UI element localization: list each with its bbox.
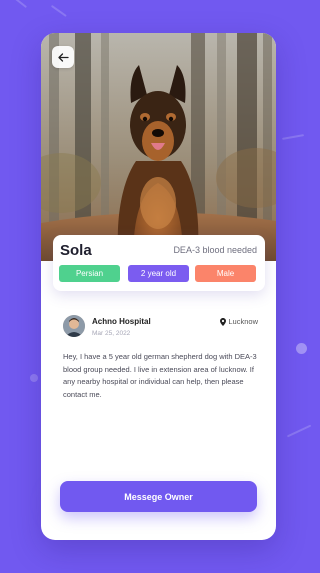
dog-photo <box>41 33 276 261</box>
background-decoration <box>15 0 27 8</box>
tag-gender: Male <box>195 265 256 282</box>
tag-breed: Persian <box>59 265 120 282</box>
location: Lucknow <box>220 317 258 326</box>
tag-age: 2 year old <box>128 265 189 282</box>
background-decoration <box>30 374 38 382</box>
pet-detail-card: Sola DEA-3 blood needed Persian 2 year o… <box>41 33 276 540</box>
post-date: Mar 25, 2022 <box>92 330 131 337</box>
arrow-left-icon <box>57 52 69 62</box>
message-owner-button[interactable]: Messege Owner <box>60 481 257 512</box>
back-button[interactable] <box>52 46 74 68</box>
pet-info-box: Sola DEA-3 blood needed Persian 2 year o… <box>53 235 265 291</box>
background-decoration <box>282 134 304 140</box>
background-decoration <box>296 343 307 354</box>
owner-name: Achno Hospital <box>92 317 151 326</box>
blood-needed-label: DEA-3 blood needed <box>173 245 257 255</box>
background-decoration <box>51 4 67 17</box>
location-pin-icon <box>220 317 227 326</box>
background-decoration <box>286 424 312 437</box>
location-label: Lucknow <box>228 317 258 326</box>
owner-row: Achno Hospital Mar 25, 2022 Lucknow <box>63 315 258 341</box>
post-description: Hey, I have a 5 year old german shepherd… <box>63 352 257 399</box>
avatar <box>63 315 85 337</box>
pet-name: Sola <box>60 242 92 259</box>
